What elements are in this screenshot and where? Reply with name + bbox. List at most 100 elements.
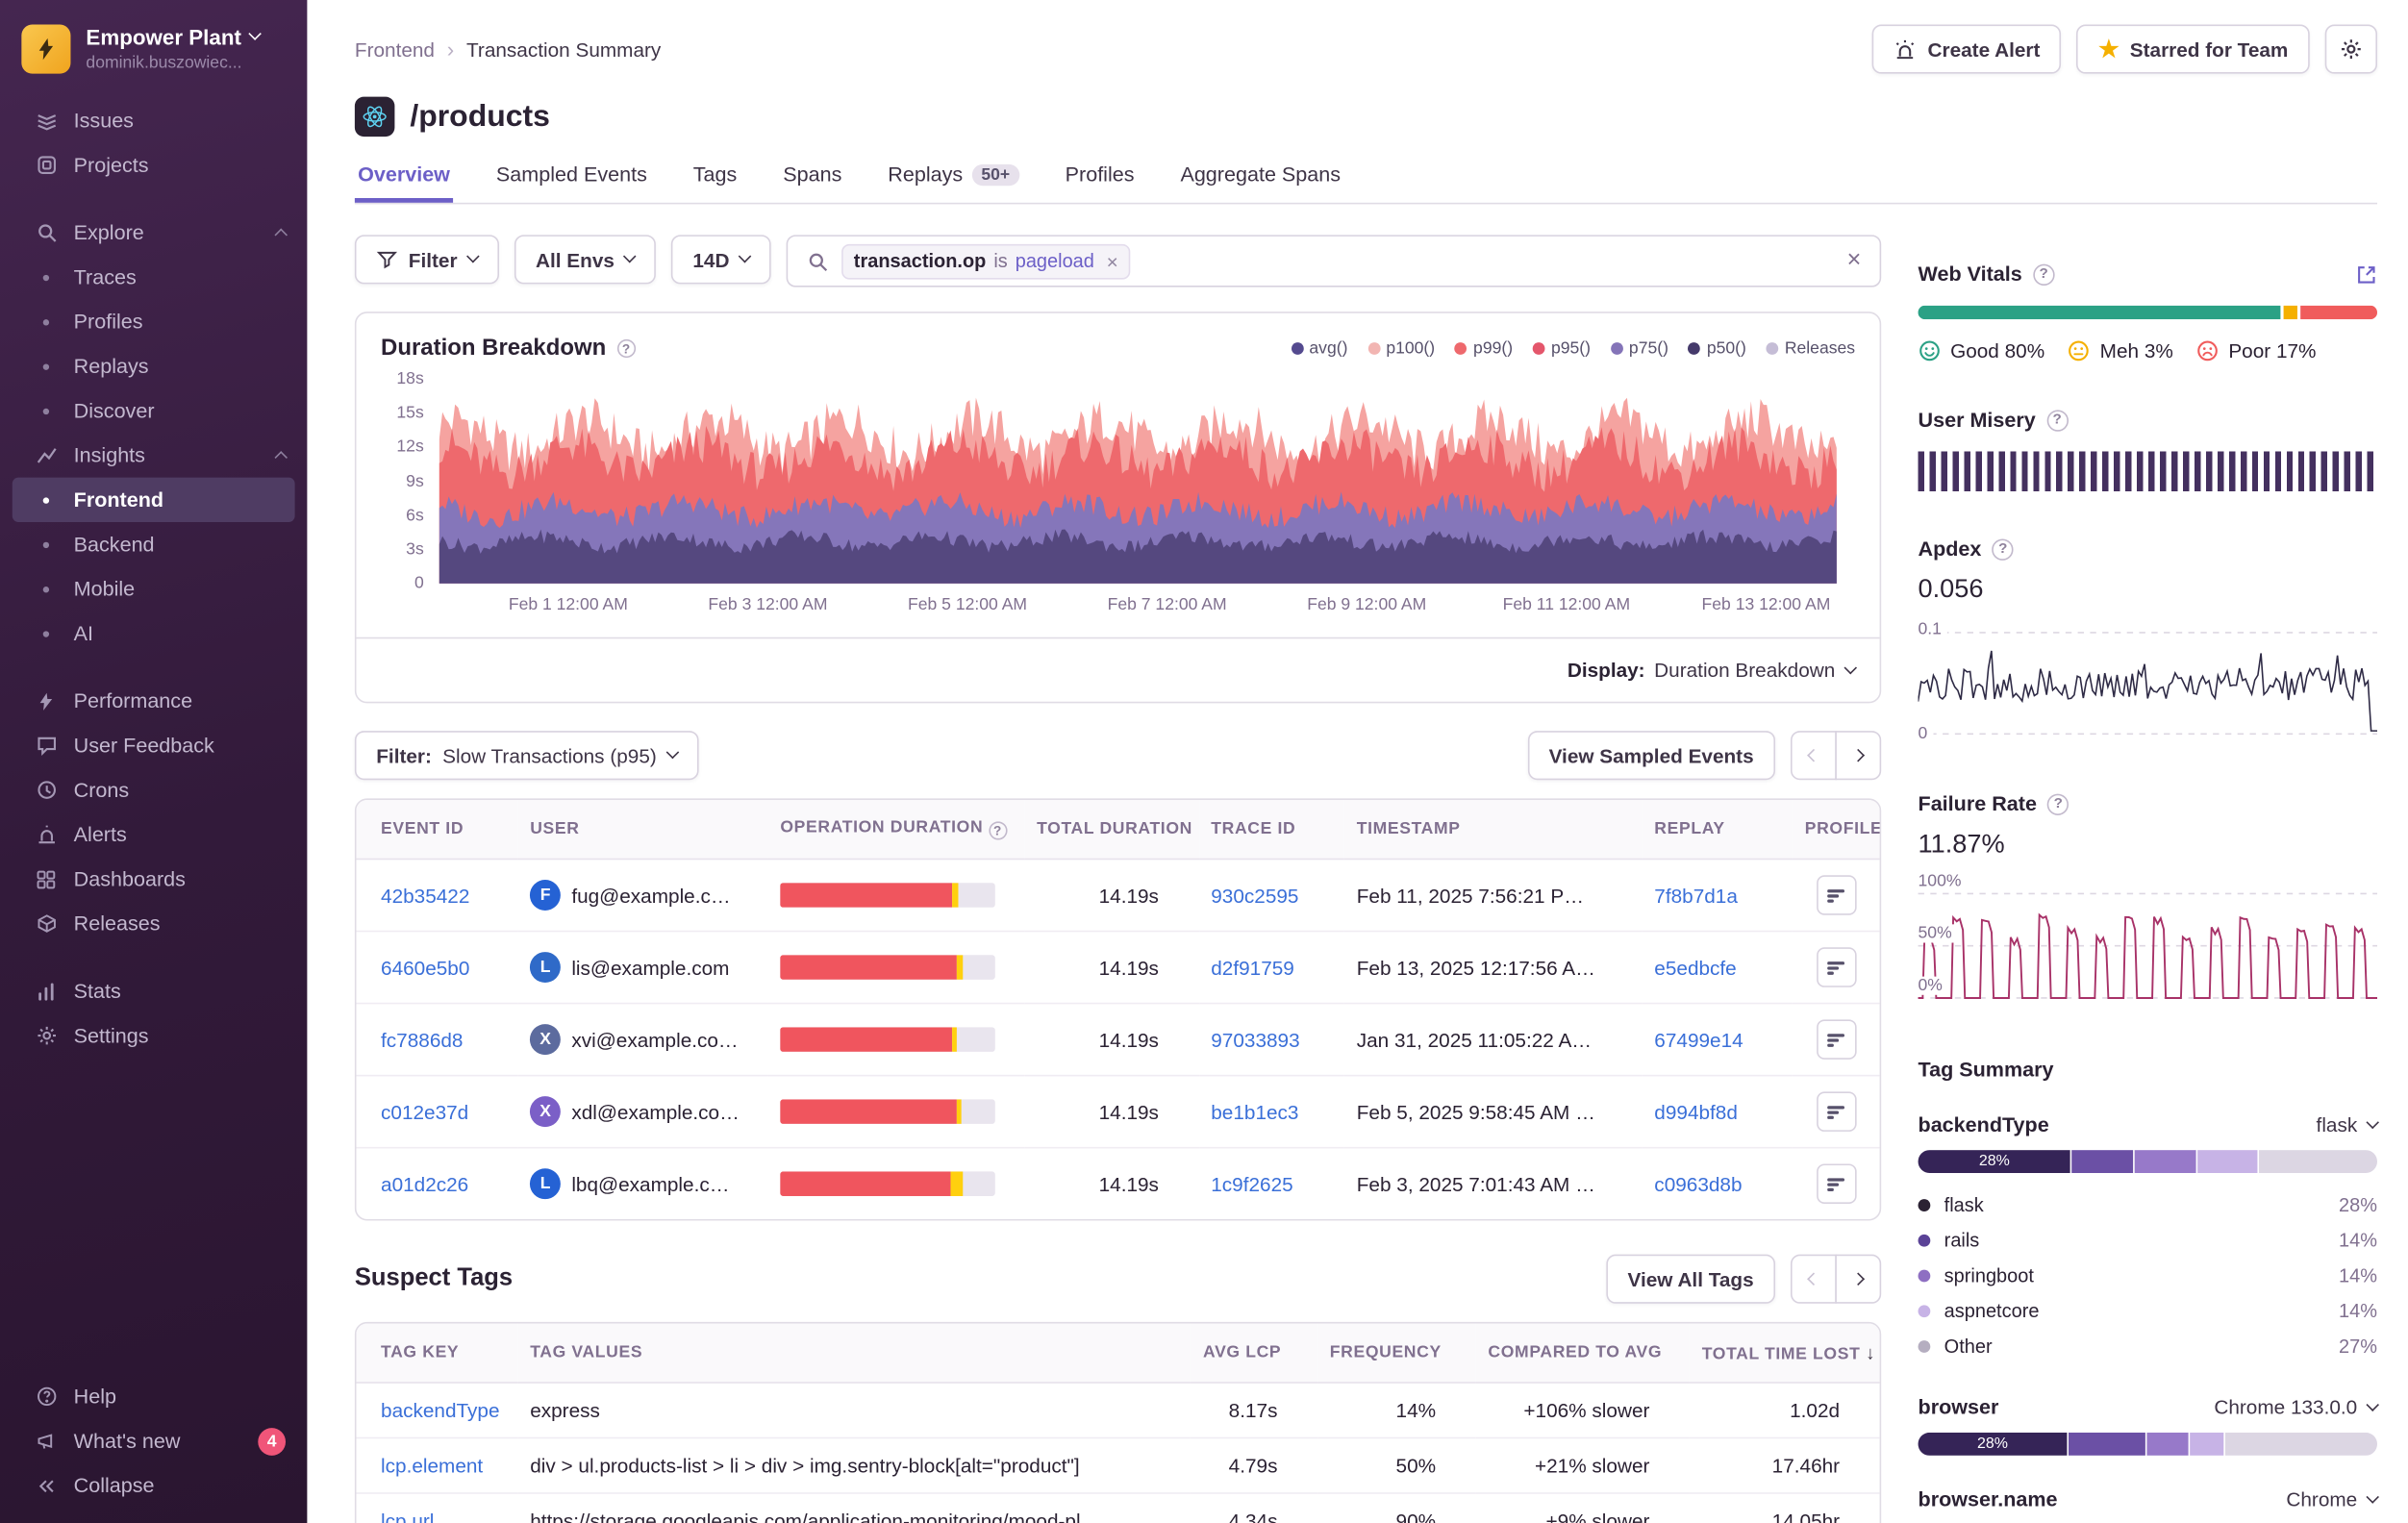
list-item[interactable]: aspnetcore14%: [1919, 1293, 2377, 1329]
event-id-link[interactable]: c012e37d: [381, 1100, 468, 1123]
column-header[interactable]: OPERATION DURATION ?: [768, 800, 1025, 859]
column-header[interactable]: TIMESTAMP: [1344, 800, 1643, 859]
breadcrumb-frontend[interactable]: Frontend: [355, 37, 435, 61]
replay-link[interactable]: c0963d8b: [1654, 1172, 1742, 1195]
help-icon[interactable]: ?: [989, 821, 1007, 839]
tab-overview[interactable]: Overview: [355, 162, 453, 203]
tab-replays[interactable]: Replays50+: [885, 162, 1022, 203]
column-header[interactable]: COMPARED TO AVG: [1476, 1324, 1690, 1383]
sidebar-section-explore[interactable]: Explore: [0, 211, 307, 255]
view-all-tags-button[interactable]: View All Tags: [1606, 1255, 1775, 1304]
replay-link[interactable]: e5edbcfe: [1654, 956, 1736, 979]
next-page-button[interactable]: [1835, 731, 1881, 780]
sidebar-item-replays[interactable]: Replays: [0, 344, 307, 388]
trace-id-link[interactable]: d2f91759: [1211, 956, 1294, 979]
help-icon[interactable]: ?: [2033, 263, 2054, 285]
tag-value-dropdown[interactable]: Chrome 133.0.0: [2214, 1396, 2377, 1419]
replay-link[interactable]: d994bf8d: [1654, 1100, 1738, 1123]
event-id-link[interactable]: fc7886d8: [381, 1028, 463, 1051]
remove-token-icon[interactable]: ×: [1107, 249, 1118, 272]
column-header[interactable]: USER: [517, 800, 767, 859]
org-switcher[interactable]: Empower Plant dominik.buszowiec...: [0, 18, 307, 98]
sidebar-item-releases[interactable]: Releases: [0, 901, 307, 945]
sidebar-item-discover[interactable]: Discover: [0, 388, 307, 433]
starred-for-team-button[interactable]: ★ Starred for Team: [2077, 25, 2310, 74]
event-id-link[interactable]: 6460e5b0: [381, 956, 469, 979]
sidebar-collapse-button[interactable]: Collapse: [0, 1463, 307, 1508]
column-header[interactable]: TAG VALUES: [517, 1324, 1191, 1383]
event-id-link[interactable]: 42b35422: [381, 884, 469, 907]
tag-value-dropdown[interactable]: flask: [2317, 1113, 2377, 1136]
column-header-sorted[interactable]: TOTAL TIME LOST ↓: [1690, 1324, 1880, 1383]
previous-page-button[interactable]: [1791, 731, 1837, 780]
help-icon[interactable]: ?: [2047, 793, 2069, 814]
column-header[interactable]: REPLAY: [1643, 800, 1793, 859]
tab-tags[interactable]: Tags: [690, 162, 740, 203]
sidebar-item-whats-new[interactable]: What's new 4: [0, 1419, 307, 1463]
column-header[interactable]: FREQUENCY: [1317, 1324, 1476, 1383]
profile-button[interactable]: [1817, 1091, 1857, 1132]
sidebar-item-profiles[interactable]: Profiles: [0, 299, 307, 343]
clear-search-icon[interactable]: ×: [1847, 247, 1862, 275]
column-header[interactable]: AVG LCP: [1191, 1324, 1317, 1383]
sidebar-section-insights[interactable]: Insights: [0, 433, 307, 477]
tab-aggregate-spans[interactable]: Aggregate Spans: [1177, 162, 1343, 203]
sidebar-item-backend[interactable]: Backend: [0, 522, 307, 566]
display-dropdown[interactable]: Duration Breakdown: [1654, 659, 1855, 682]
sidebar-item-projects[interactable]: Projects: [0, 143, 307, 187]
previous-page-button[interactable]: [1791, 1255, 1837, 1304]
view-sampled-events-button[interactable]: View Sampled Events: [1527, 731, 1775, 780]
trace-id-link[interactable]: be1b1ec3: [1211, 1100, 1298, 1123]
search-token[interactable]: transaction.op is pageload ×: [841, 243, 1131, 279]
create-alert-button[interactable]: Create Alert: [1872, 25, 2062, 74]
help-icon[interactable]: ?: [2046, 410, 2068, 431]
sidebar-item-performance[interactable]: Performance: [0, 679, 307, 723]
sidebar-item-stats[interactable]: Stats: [0, 969, 307, 1013]
column-header[interactable]: EVENT ID: [356, 800, 517, 859]
tag-key-link[interactable]: lcp.element: [381, 1454, 483, 1477]
help-icon[interactable]: ?: [616, 338, 635, 357]
sidebar-item-frontend[interactable]: Frontend: [13, 478, 295, 522]
list-item[interactable]: rails14%: [1919, 1222, 2377, 1258]
list-item[interactable]: Other27%: [1919, 1328, 2377, 1363]
trace-id-link[interactable]: 930c2595: [1211, 884, 1298, 907]
transaction-filter-dropdown[interactable]: Filter: Slow Transactions (p95): [355, 731, 698, 780]
sidebar-item-mobile[interactable]: Mobile: [0, 566, 307, 611]
sidebar-item-dashboards[interactable]: Dashboards: [0, 857, 307, 901]
column-header[interactable]: PROFILE: [1793, 800, 1880, 859]
profile-button[interactable]: [1817, 875, 1857, 915]
search-input[interactable]: transaction.op is pageload × ×: [787, 235, 1882, 287]
tab-spans[interactable]: Spans: [780, 162, 845, 203]
sidebar-item-alerts[interactable]: Alerts: [0, 812, 307, 857]
replay-link[interactable]: 7f8b7d1a: [1654, 884, 1738, 907]
sidebar-item-crons[interactable]: Crons: [0, 767, 307, 811]
tab-profiles[interactable]: Profiles: [1062, 162, 1137, 203]
column-header[interactable]: TRACE ID: [1198, 800, 1343, 859]
sidebar-item-ai[interactable]: AI: [0, 612, 307, 656]
duration-breakdown-chart[interactable]: [439, 379, 1837, 583]
environment-dropdown[interactable]: All Envs: [514, 235, 656, 284]
column-header[interactable]: TAG KEY: [356, 1324, 517, 1383]
settings-button[interactable]: [2325, 25, 2377, 74]
next-page-button[interactable]: [1835, 1255, 1881, 1304]
tag-key-link[interactable]: lcp.url: [381, 1510, 434, 1523]
sidebar-item-settings[interactable]: Settings: [0, 1013, 307, 1058]
date-range-dropdown[interactable]: 14D: [671, 235, 771, 284]
tag-value-dropdown[interactable]: Chrome: [2286, 1487, 2377, 1511]
help-icon[interactable]: ?: [1993, 538, 2014, 560]
profile-button[interactable]: [1817, 1019, 1857, 1060]
profile-button[interactable]: [1817, 1163, 1857, 1204]
sidebar-item-help[interactable]: Help: [0, 1374, 307, 1418]
tag-key-link[interactable]: backendType: [381, 1399, 500, 1422]
list-item[interactable]: flask28%: [1919, 1186, 2377, 1222]
profile-button[interactable]: [1817, 947, 1857, 987]
event-id-link[interactable]: a01d2c26: [381, 1172, 468, 1195]
filter-dropdown[interactable]: Filter: [355, 235, 499, 284]
sidebar-item-issues[interactable]: Issues: [0, 98, 307, 142]
list-item[interactable]: springboot14%: [1919, 1258, 2377, 1293]
trace-id-link[interactable]: 97033893: [1211, 1028, 1299, 1051]
open-in-full-icon[interactable]: [2356, 263, 2377, 285]
sidebar-item-user-feedback[interactable]: User Feedback: [0, 723, 307, 767]
tab-sampled-events[interactable]: Sampled Events: [493, 162, 650, 203]
trace-id-link[interactable]: 1c9f2625: [1211, 1172, 1292, 1195]
